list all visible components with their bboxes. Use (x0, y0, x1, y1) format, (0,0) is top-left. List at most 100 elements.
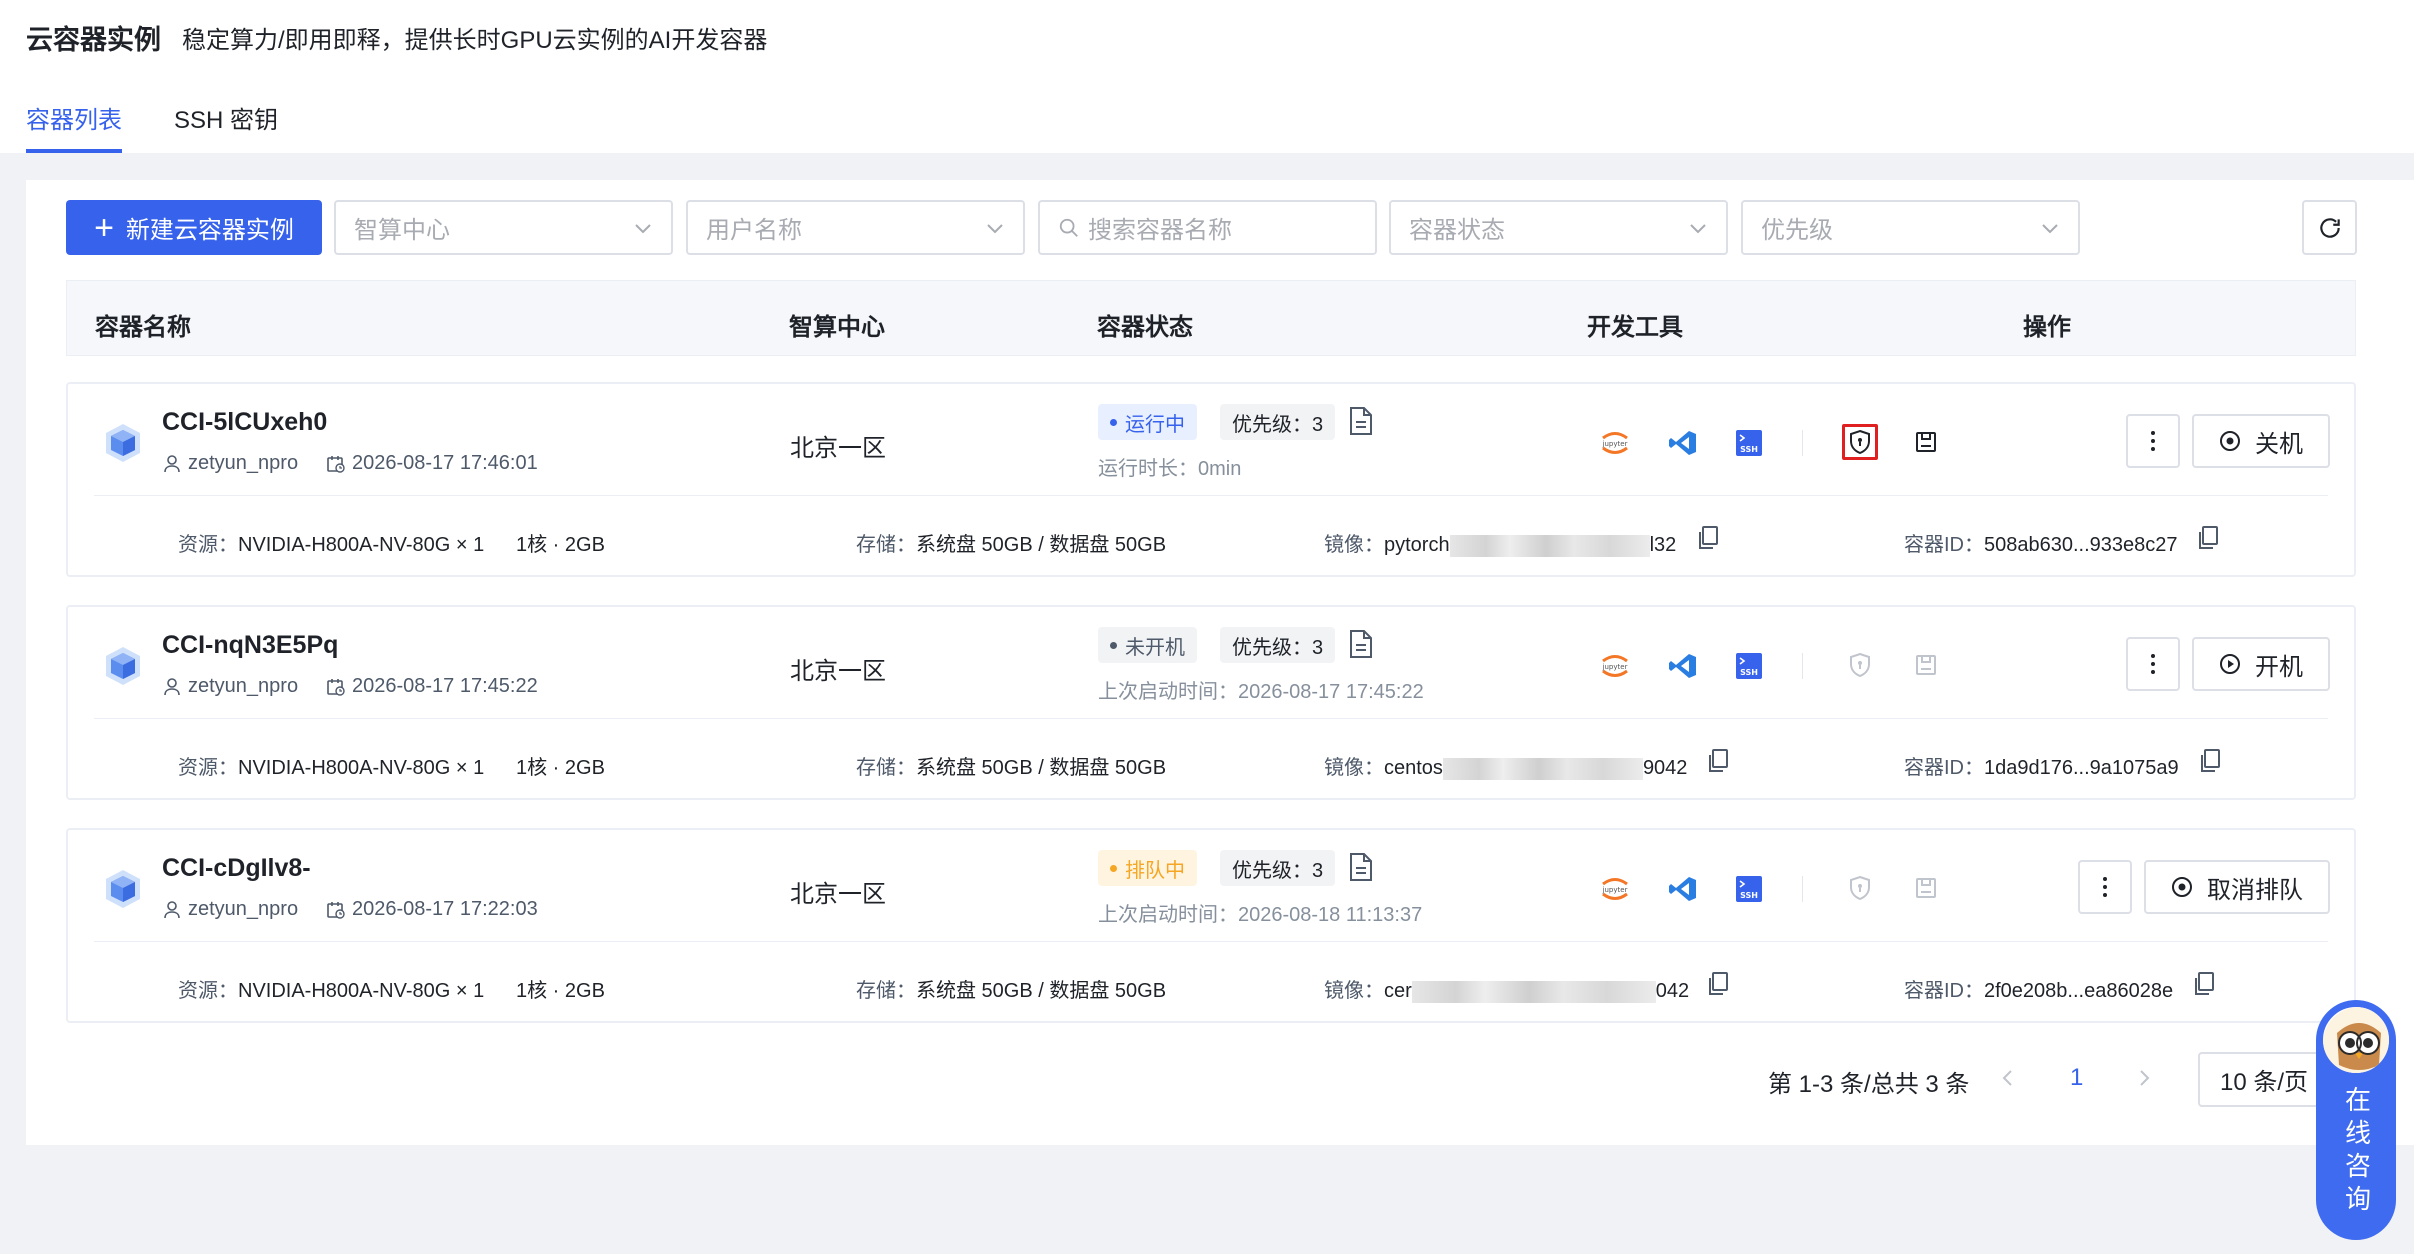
cancel-queue-button[interactable]: 取消排队 (2144, 860, 2330, 914)
tab-ssh-keys[interactable]: SSH 密钥 (174, 100, 278, 135)
log-document-icon[interactable] (1348, 629, 1374, 659)
jupyter-tool[interactable]: jupyter (1598, 426, 1632, 460)
compute-center: 北京一区 (790, 435, 886, 462)
redacted-image-name (1449, 534, 1650, 557)
vscode-icon (1669, 877, 1696, 901)
shutdown-label: 关机 (2255, 430, 2303, 458)
ssh-tool[interactable]: SSH (1732, 872, 1766, 906)
save-icon (1916, 655, 1936, 675)
log-document-icon[interactable] (1348, 852, 1374, 882)
container-cube-icon (106, 424, 140, 462)
column-header-center: 智算中心 (789, 314, 885, 341)
log-document-icon[interactable] (1348, 406, 1374, 436)
shield-icon (1850, 875, 1870, 901)
created-time-value: 2026-08-17 17:22:03 (352, 898, 538, 920)
compute-center: 北京一区 (790, 881, 886, 908)
security-action[interactable] (1842, 424, 1878, 460)
page-header: 云容器实例 稳定算力/即用即释，提供长时GPU云实例的AI开发容器 容器列表 S… (0, 0, 2414, 153)
compute-center-placeholder: 智算中心 (354, 217, 450, 244)
ssh-tool[interactable]: SSH (1732, 426, 1766, 460)
container-card: CCI-cDgIlv8- zetyun_npro 2026-08-17 17:2… (66, 828, 2356, 1023)
card-divider (94, 941, 2328, 942)
owner-name: zetyun_npro (188, 452, 299, 474)
table-header: 容器名称 智算中心 容器状态 开发工具 操作 (66, 280, 2356, 356)
svg-text:SSH: SSH (1740, 445, 1758, 454)
container-search-input[interactable]: 搜索容器名称 (1038, 200, 1377, 255)
card-divider (94, 718, 2328, 719)
save-image-action[interactable] (1908, 424, 1944, 460)
refresh-button[interactable] (2302, 200, 2357, 255)
svg-text:SSH: SSH (1740, 891, 1758, 900)
copy-icon[interactable] (2196, 525, 2220, 551)
card-divider (94, 495, 2328, 496)
power-on-label: 开机 (2255, 653, 2303, 681)
owner-name: zetyun_npro (188, 898, 299, 920)
svg-text:jupyter: jupyter (1602, 886, 1628, 894)
tool-separator (1802, 653, 1803, 679)
refresh-icon (2319, 217, 2340, 238)
jupyter-tool[interactable]: jupyter (1598, 872, 1632, 906)
copy-icon[interactable] (2192, 971, 2216, 997)
container-name[interactable]: CCI-nqN3E5Pq (162, 631, 338, 660)
svg-text:jupyter: jupyter (1602, 440, 1628, 448)
ssh-icon: SSH (1736, 876, 1762, 902)
status-dot (1110, 641, 1117, 649)
user-name-select[interactable]: 用户名称 (686, 200, 1025, 255)
status-badge: 运行中 (1098, 404, 1197, 440)
vscode-tool[interactable] (1666, 649, 1700, 683)
cpu-memory-spec: 1核 · 2GB (516, 534, 605, 556)
tab-container-list[interactable]: 容器列表 (26, 100, 122, 135)
power-circle-icon (2220, 654, 2240, 674)
priority-select[interactable]: 优先级 (1741, 200, 2080, 255)
security-action (1842, 647, 1878, 683)
copy-icon[interactable] (2198, 748, 2222, 774)
search-placeholder: 搜索容器名称 (1088, 217, 1232, 244)
shutdown-button[interactable]: 关机 (2192, 414, 2330, 468)
compute-center-select[interactable]: 智算中心 (334, 200, 673, 255)
column-header-actions: 操作 (2023, 314, 2071, 341)
more-actions-button[interactable] (2126, 414, 2180, 468)
created-time-value: 2026-08-17 17:45:22 (352, 675, 538, 697)
copy-icon[interactable] (1696, 525, 1720, 551)
vscode-icon (1669, 431, 1696, 455)
container-name[interactable]: CCI-5lCUxeh0 (162, 408, 327, 437)
container-card: CCI-nqN3E5Pq zetyun_npro 2026-08-17 17:4… (66, 605, 2356, 800)
column-header-name: 容器名称 (95, 314, 191, 341)
ssh-tool[interactable]: SSH (1732, 649, 1766, 683)
create-container-button[interactable]: + 新建云容器实例 (66, 200, 322, 255)
save-icon (1916, 878, 1936, 898)
save-icon (1916, 432, 1936, 452)
user-icon (164, 454, 180, 472)
status-placeholder: 容器状态 (1409, 217, 1505, 244)
more-actions-button[interactable] (2078, 860, 2132, 914)
container-id-info: 容器ID：2f0e208b...ea86028e (1904, 980, 2174, 1002)
more-actions-button[interactable] (2126, 637, 2180, 691)
svg-text:jupyter: jupyter (1602, 663, 1628, 671)
power-on-button[interactable]: 开机 (2192, 637, 2330, 691)
container-status-select[interactable]: 容器状态 (1389, 200, 1728, 255)
calendar-clock-icon (327, 901, 345, 919)
status-text: 未开机 (1125, 636, 1185, 659)
status-detail: 运行时长：0min (1098, 458, 1242, 480)
shield-icon (1850, 429, 1870, 455)
vscode-tool[interactable] (1666, 426, 1700, 460)
priority-badge: 优先级：3 (1220, 850, 1336, 886)
next-page-icon[interactable] (2132, 1066, 2156, 1090)
jupyter-tool[interactable]: jupyter (1598, 649, 1632, 683)
resource-info: 资源：NVIDIA-H800A-NV-80G × 1 (178, 534, 485, 556)
search-icon (1059, 218, 1078, 237)
cpu-memory-spec: 1核 · 2GB (516, 980, 605, 1002)
resource-info: 资源：NVIDIA-H800A-NV-80G × 1 (178, 980, 485, 1002)
page-subtitle: 稳定算力/即用即释，提供长时GPU云实例的AI开发容器 (182, 27, 768, 54)
chevron-down-icon (987, 224, 1003, 234)
image-info: 镜像：cer 042 (1324, 980, 1690, 1003)
prev-page-icon[interactable] (1996, 1066, 2020, 1090)
page-number-current[interactable]: 1 (2070, 1064, 2083, 1092)
copy-icon[interactable] (1706, 748, 1730, 774)
vscode-tool[interactable] (1666, 872, 1700, 906)
pagination-total: 第 1-3 条/总共 3 条 (1768, 1071, 1970, 1098)
tool-separator (1802, 876, 1803, 902)
copy-icon[interactable] (1706, 971, 1730, 997)
container-name[interactable]: CCI-cDgIlv8- (162, 854, 311, 883)
cpu-memory-spec: 1核 · 2GB (516, 757, 605, 779)
